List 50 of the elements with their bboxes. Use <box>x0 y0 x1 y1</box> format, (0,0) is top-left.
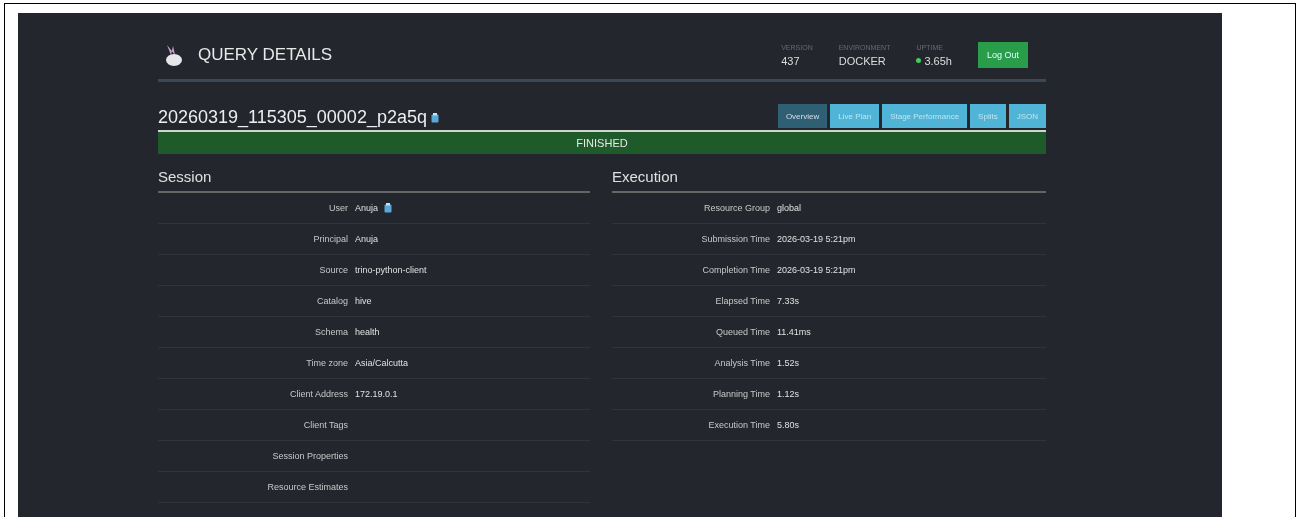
field-label: Source <box>318 265 348 275</box>
field-label: Completion Time <box>701 265 770 275</box>
field-label: Analysis Time <box>713 358 770 368</box>
field-value: 1.52s <box>777 358 800 368</box>
field-label: Execution Time <box>707 420 770 430</box>
query-id: 20260319_115305_00002_p2a5q <box>158 107 427 128</box>
field-value: 2026-03-19 5:21pm <box>777 265 856 275</box>
tab[interactable]: JSON <box>1008 104 1046 128</box>
field-label: Elapsed Time <box>714 296 770 306</box>
tab[interactable]: Overview <box>777 104 828 128</box>
field-label: Resource Group <box>702 203 770 213</box>
field-label: Client Address <box>288 389 348 399</box>
field-value: 5.80s <box>777 420 800 430</box>
stat-value: 437 <box>781 54 801 67</box>
field-label: Catalog <box>315 296 348 306</box>
clipboard-icon[interactable] <box>384 203 393 213</box>
field-value: hive <box>355 296 372 306</box>
field-value: Anuja <box>355 234 379 244</box>
field-label: Time zone <box>305 358 348 368</box>
page-title: QUERY DETAILS <box>198 45 334 65</box>
field-value: health <box>355 327 380 337</box>
field-label: Submission Time <box>700 234 770 244</box>
field-value: global <box>777 203 802 213</box>
field-label: Client Tags <box>302 420 348 430</box>
field-value: Anuja <box>355 203 379 213</box>
tab[interactable]: Live Plan <box>830 104 880 128</box>
field-value: 172.19.0.1 <box>355 389 398 399</box>
tab[interactable]: Splits <box>970 104 1006 128</box>
field-value: trino-python-client <box>355 265 427 275</box>
field-value: 1.12s <box>777 389 800 399</box>
section-title: Session <box>158 164 590 193</box>
field-label: Session Properties <box>271 451 348 461</box>
field-value: 11.41ms <box>777 327 811 337</box>
section-title: Execution <box>612 164 1046 193</box>
clipboard-icon[interactable] <box>430 112 439 123</box>
field-label: User <box>328 203 348 213</box>
stat-value: DOCKER <box>838 54 887 67</box>
field-value: 7.33s <box>777 296 800 306</box>
field-label: Resource Estimates <box>266 482 348 492</box>
field-label: Queued Time <box>714 327 770 337</box>
query-state-bar: FINISHED <box>158 130 1046 154</box>
field-value: Asia/Calcutta <box>355 358 409 368</box>
field-label: Principal <box>312 234 348 244</box>
tab[interactable]: Stage Performance <box>882 104 968 128</box>
field-label: Planning Time <box>711 389 770 399</box>
field-label: Schema <box>313 327 348 337</box>
field-value: 2026-03-19 5:21pm <box>777 234 856 244</box>
status-dot-icon <box>916 58 922 63</box>
logout-button[interactable]: Log Out <box>977 42 1028 68</box>
stat-value: 3.65h <box>916 54 952 67</box>
